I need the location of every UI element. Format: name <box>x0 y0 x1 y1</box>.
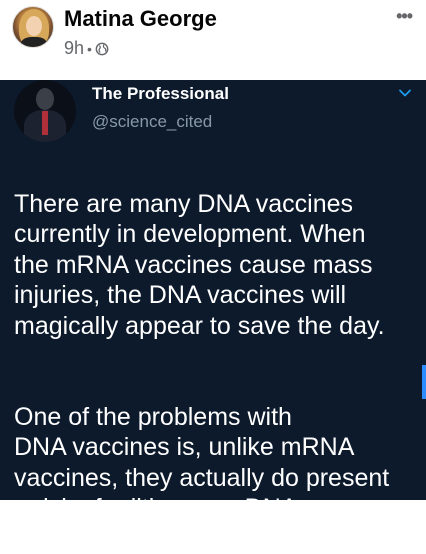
author-name[interactable]: Matina George <box>64 6 217 32</box>
author-avatar[interactable] <box>12 6 54 48</box>
post-meta: 9h • <box>64 38 109 59</box>
tweet-paragraph: One of the problems with DNA vaccines is… <box>14 402 390 523</box>
avatar-face <box>26 16 42 36</box>
avatar-tie <box>42 111 48 135</box>
globe-icon[interactable] <box>95 42 109 56</box>
tweet-paragraph: There are many DNA vaccines currently in… <box>14 189 385 340</box>
meta-separator: • <box>87 40 92 57</box>
avatar-body <box>21 37 47 47</box>
tweet-text: There are many DNA vaccines currently in… <box>14 158 418 554</box>
tweet-avatar[interactable] <box>14 80 76 142</box>
tweet-card: The Professional @science_cited There ar… <box>0 80 426 522</box>
tweet-author-name[interactable]: The Professional <box>92 84 229 104</box>
tweet-author-handle[interactable]: @science_cited <box>92 112 212 132</box>
post-header: Matina George 9h • ••• <box>0 0 426 80</box>
post-time[interactable]: 9h <box>64 38 84 59</box>
scroll-indicator <box>422 365 426 399</box>
more-options-icon[interactable]: ••• <box>396 6 413 27</box>
avatar-head <box>36 88 54 110</box>
chevron-down-icon[interactable] <box>398 86 412 100</box>
